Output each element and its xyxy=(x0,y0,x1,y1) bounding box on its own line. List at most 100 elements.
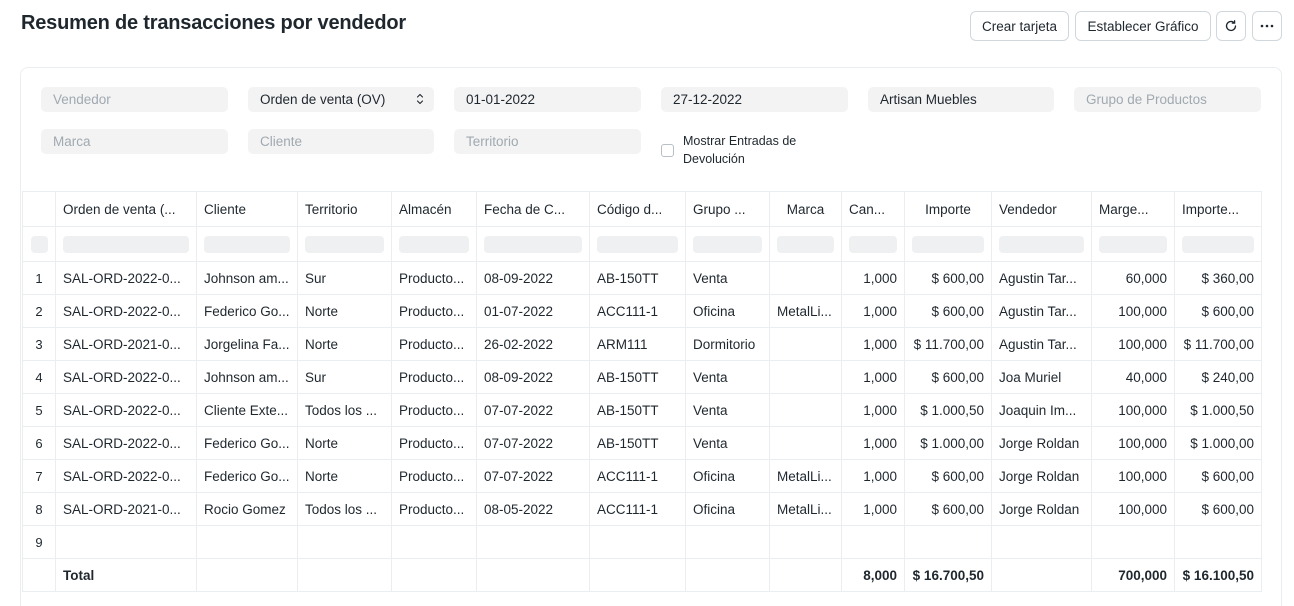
column-header[interactable]: Grupo ... xyxy=(685,191,770,227)
table-cell[interactable]: Producto... xyxy=(391,294,477,328)
table-cell[interactable] xyxy=(904,525,992,559)
column-header[interactable]: Código d... xyxy=(589,191,686,227)
column-filter[interactable] xyxy=(685,226,770,262)
column-header[interactable]: Orden de venta (... xyxy=(55,191,197,227)
table-cell[interactable]: Producto... xyxy=(391,492,477,526)
table-cell[interactable]: Joa Muriel xyxy=(991,360,1092,394)
table-cell[interactable]: $ 1.000,00 xyxy=(904,426,992,460)
table-cell[interactable]: Oficina xyxy=(685,294,770,328)
table-cell[interactable]: SAL-ORD-2022-0... xyxy=(55,360,197,394)
create-card-button[interactable]: Crear tarjeta xyxy=(970,11,1069,41)
column-filter[interactable] xyxy=(769,226,842,262)
table-cell[interactable]: $ 11.700,00 xyxy=(1174,327,1262,361)
from-date-input[interactable]: 01-01-2022 xyxy=(454,87,641,112)
table-cell[interactable]: 60,000 xyxy=(1091,261,1175,295)
table-cell[interactable]: $ 600,00 xyxy=(1174,294,1262,328)
table-cell[interactable] xyxy=(991,525,1092,559)
column-header[interactable]: Marca xyxy=(769,191,842,227)
brand-filter[interactable]: Marca xyxy=(41,129,228,154)
table-cell[interactable]: 100,000 xyxy=(1091,492,1175,526)
table-cell[interactable] xyxy=(841,525,905,559)
territory-filter[interactable]: Territorio xyxy=(454,129,641,154)
table-cell[interactable]: Oficina xyxy=(685,492,770,526)
table-cell[interactable]: Producto... xyxy=(391,261,477,295)
table-cell[interactable]: Venta xyxy=(685,393,770,427)
table-cell[interactable]: $ 1.000,50 xyxy=(1174,393,1262,427)
table-cell[interactable] xyxy=(589,525,686,559)
table-cell[interactable] xyxy=(476,525,590,559)
table-cell[interactable]: Agustin Tar... xyxy=(991,261,1092,295)
table-cell[interactable] xyxy=(769,393,842,427)
table-cell[interactable]: SAL-ORD-2021-0... xyxy=(55,327,197,361)
table-row[interactable]: 4 SAL-ORD-2022-0... Johnson am... Sur Produc… xyxy=(22,360,1262,394)
table-cell[interactable]: Producto... xyxy=(391,360,477,394)
company-input[interactable]: Artisan Muebles xyxy=(868,87,1054,112)
table-cell[interactable] xyxy=(391,525,477,559)
table-cell[interactable]: Producto... xyxy=(391,459,477,493)
table-cell[interactable]: Norte xyxy=(297,426,392,460)
table-cell[interactable]: $ 600,00 xyxy=(904,459,992,493)
more-button[interactable] xyxy=(1252,11,1282,41)
table-cell[interactable]: Todos los ... xyxy=(297,492,392,526)
table-cell[interactable] xyxy=(769,360,842,394)
column-header[interactable]: Marge... xyxy=(1091,191,1175,227)
table-cell[interactable]: MetalLi... xyxy=(769,459,842,493)
sales-person-filter[interactable]: Vendedor xyxy=(41,87,228,112)
table-cell[interactable]: 1,000 xyxy=(841,492,905,526)
table-cell[interactable]: Todos los ... xyxy=(297,393,392,427)
column-header[interactable]: Importe xyxy=(904,191,992,227)
table-cell[interactable]: 1,000 xyxy=(841,393,905,427)
table-cell[interactable]: 26-02-2022 xyxy=(476,327,590,361)
column-filter[interactable] xyxy=(55,226,197,262)
column-filter[interactable] xyxy=(904,226,992,262)
table-cell[interactable] xyxy=(769,327,842,361)
table-cell[interactable]: SAL-ORD-2022-0... xyxy=(55,426,197,460)
table-cell[interactable]: 100,000 xyxy=(1091,393,1175,427)
table-cell[interactable]: 1,000 xyxy=(841,360,905,394)
table-cell[interactable]: 01-07-2022 xyxy=(476,294,590,328)
table-row[interactable]: 3 SAL-ORD-2021-0... Jorgelina Fa... Norte Pr… xyxy=(22,327,1262,361)
table-cell[interactable]: $ 11.700,00 xyxy=(904,327,992,361)
table-cell[interactable]: 100,000 xyxy=(1091,327,1175,361)
table-cell[interactable]: Joaquin Im... xyxy=(991,393,1092,427)
refresh-button[interactable] xyxy=(1216,11,1246,41)
table-cell[interactable]: 08-05-2022 xyxy=(476,492,590,526)
table-row[interactable]: 9 xyxy=(22,525,1262,559)
table-cell[interactable] xyxy=(769,525,842,559)
table-cell[interactable]: Venta xyxy=(685,261,770,295)
table-row[interactable]: 7 SAL-ORD-2022-0... Federico Go... Norte Pro… xyxy=(22,459,1262,493)
table-cell[interactable] xyxy=(297,525,392,559)
table-cell[interactable]: Venta xyxy=(685,426,770,460)
table-cell[interactable]: Jorge Roldan xyxy=(991,459,1092,493)
table-cell[interactable]: 08-09-2022 xyxy=(476,261,590,295)
table-cell[interactable]: 07-07-2022 xyxy=(476,393,590,427)
column-header[interactable]: Can... xyxy=(841,191,905,227)
show-return-entries[interactable]: Mostrar Entradas de Devolución xyxy=(661,132,823,168)
table-cell[interactable]: SAL-ORD-2022-0... xyxy=(55,294,197,328)
column-header[interactable]: Territorio xyxy=(297,191,392,227)
table-cell[interactable]: SAL-ORD-2022-0... xyxy=(55,459,197,493)
table-cell[interactable]: Federico Go... xyxy=(196,294,298,328)
table-cell[interactable]: 100,000 xyxy=(1091,294,1175,328)
table-cell[interactable]: ARM111 xyxy=(589,327,686,361)
table-cell[interactable]: ACC111-1 xyxy=(589,459,686,493)
column-header[interactable]: Vendedor xyxy=(991,191,1092,227)
table-row[interactable]: 5 SAL-ORD-2022-0... Cliente Exte... Todos l… xyxy=(22,393,1262,427)
table-cell[interactable] xyxy=(196,525,298,559)
table-cell[interactable]: 1,000 xyxy=(841,327,905,361)
table-cell[interactable]: Agustin Tar... xyxy=(991,294,1092,328)
table-cell[interactable]: 08-09-2022 xyxy=(476,360,590,394)
table-cell[interactable]: AB-150TT xyxy=(589,393,686,427)
table-cell[interactable]: AB-150TT xyxy=(589,261,686,295)
table-cell[interactable]: Agustin Tar... xyxy=(991,327,1092,361)
column-filter[interactable] xyxy=(589,226,686,262)
to-date-input[interactable]: 27-12-2022 xyxy=(661,87,848,112)
column-filter[interactable] xyxy=(1091,226,1175,262)
table-cell[interactable]: 40,000 xyxy=(1091,360,1175,394)
column-filter[interactable] xyxy=(196,226,298,262)
table-cell[interactable] xyxy=(55,525,197,559)
table-cell[interactable]: Sur xyxy=(297,360,392,394)
table-cell[interactable]: SAL-ORD-2022-0... xyxy=(55,393,197,427)
table-cell[interactable]: $ 600,00 xyxy=(1174,459,1262,493)
table-cell[interactable]: $ 600,00 xyxy=(904,360,992,394)
